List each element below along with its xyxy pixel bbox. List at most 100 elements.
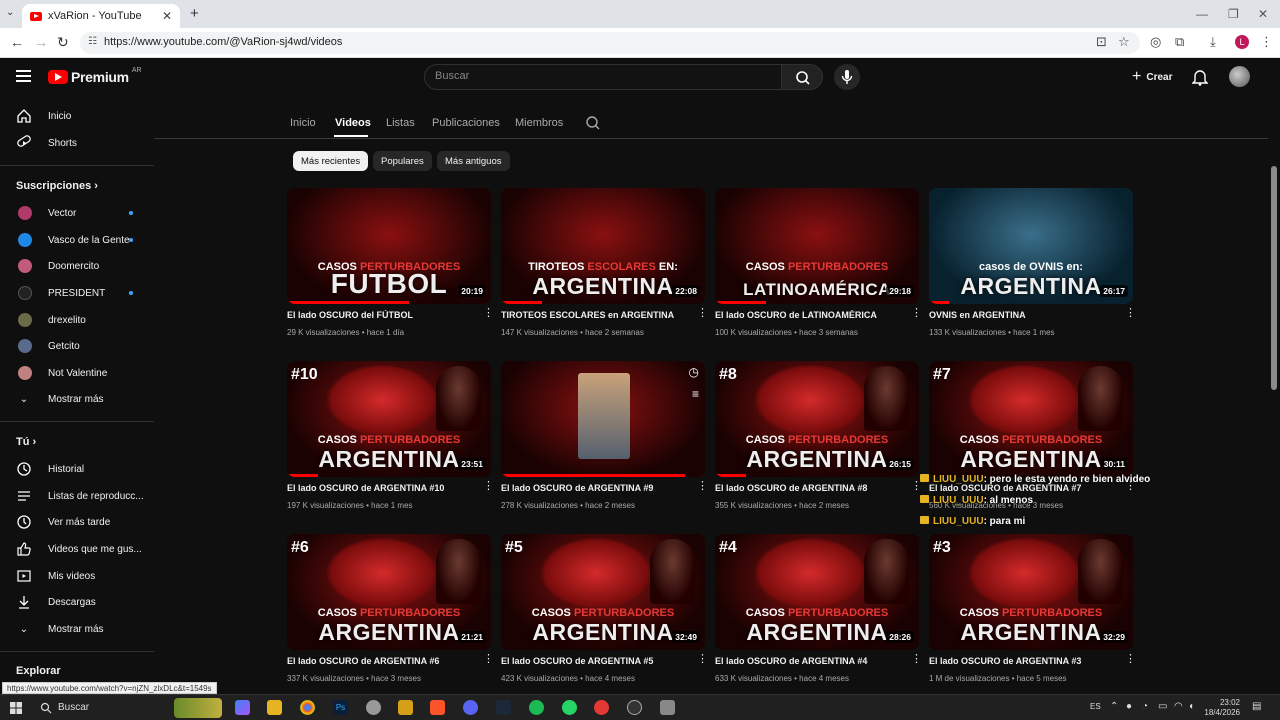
tab-inicio[interactable]: Inicio bbox=[290, 117, 316, 129]
youtube-premium-logo[interactable]: Premium AR bbox=[48, 67, 142, 85]
video-title[interactable]: El lado OSCURO de ARGENTINA #3 bbox=[929, 656, 1114, 666]
extension-icon[interactable]: ◎ bbox=[1150, 34, 1161, 50]
video-thumbnail[interactable]: #6 CASOS PERTURBADORES ARGENTINA 21:21 bbox=[287, 534, 491, 650]
video-title[interactable]: TIROTEOS ESCOLARES en ARGENTINA bbox=[501, 310, 686, 320]
wifi-icon[interactable]: ◠ bbox=[1174, 701, 1183, 712]
forward-icon[interactable]: → bbox=[34, 34, 48, 50]
chrome-icon[interactable] bbox=[300, 700, 315, 715]
video-thumbnail[interactable]: CASOS PERTURBADORES LATINOAMÉRICA 29:18 bbox=[715, 188, 919, 304]
video-card[interactable]: CASOS PERTURBADORES FUTBOL 20:19 El lado OS… bbox=[287, 188, 494, 348]
video-card[interactable]: #8 CASOS PERTURBADORES ARGENTINA 26:15 El la… bbox=[715, 361, 922, 521]
video-card[interactable]: ◷ ≡ El lado OSCURO de ARGENTINA #9 278 K vi… bbox=[501, 361, 708, 521]
address-bar[interactable]: ☷ https://www.youtube.com/@VaRion-sj4wd/… bbox=[80, 32, 1140, 54]
video-title[interactable]: El lado OSCURO del FÚTBOL bbox=[287, 310, 472, 320]
video-title[interactable]: El lado OSCURO de ARGENTINA #9 bbox=[501, 483, 686, 493]
sidebar-item-watch-later[interactable]: Ver más tarde bbox=[0, 509, 154, 535]
tab-miembros[interactable]: Miembros bbox=[515, 117, 563, 129]
hamburger-menu-icon[interactable] bbox=[16, 70, 31, 82]
video-title[interactable]: El lado OSCURO de LATINOAMÉRICA bbox=[715, 310, 900, 320]
obs-icon[interactable] bbox=[627, 700, 642, 715]
video-thumbnail[interactable]: #4 CASOS PERTURBADORES ARGENTINA 28:26 bbox=[715, 534, 919, 650]
more-options-icon[interactable]: ⋮ bbox=[911, 654, 922, 665]
more-options-icon[interactable]: ⋮ bbox=[911, 308, 922, 319]
sidebar-item-historial[interactable]: Historial bbox=[0, 456, 154, 482]
network-icon[interactable]: ◔ bbox=[1142, 701, 1148, 712]
video-title[interactable]: El lado OSCURO de ARGENTINA #8 bbox=[715, 483, 900, 493]
tab-publicaciones[interactable]: Publicaciones bbox=[432, 117, 500, 129]
chip-popular[interactable]: Populares bbox=[373, 151, 432, 171]
sidebar-item-subscription[interactable]: Not Valentine bbox=[0, 360, 154, 386]
video-thumbnail[interactable]: #8 CASOS PERTURBADORES ARGENTINA 26:15 bbox=[715, 361, 919, 477]
video-thumbnail[interactable]: TIROTEOS ESCOLARES EN: ARGENTINA 22:08 bbox=[501, 188, 705, 304]
video-card[interactable]: CASOS PERTURBADORES LATINOAMÉRICA 29:18 El … bbox=[715, 188, 922, 348]
more-options-icon[interactable]: ⋮ bbox=[697, 481, 708, 492]
more-options-icon[interactable]: ⋮ bbox=[483, 481, 494, 492]
maximize-icon[interactable]: ❐ bbox=[1228, 7, 1239, 21]
sidebar-item-downloads[interactable]: Descargas bbox=[0, 589, 154, 615]
notifications-icon[interactable] bbox=[1191, 68, 1209, 91]
keyboard-language[interactable]: ES bbox=[1090, 702, 1101, 711]
video-title[interactable]: El lado OSCURO de ARGENTINA #4 bbox=[715, 656, 900, 666]
video-thumbnail[interactable]: CASOS PERTURBADORES FUTBOL 20:19 bbox=[287, 188, 491, 304]
steam-icon[interactable] bbox=[496, 700, 511, 715]
video-title[interactable]: El lado OSCURO de ARGENTINA #10 bbox=[287, 483, 472, 493]
sidebar-item-subscription[interactable]: Vasco de la Gente bbox=[0, 227, 154, 253]
puzzle-icon[interactable]: ⧉ bbox=[1175, 34, 1184, 50]
file-explorer-icon[interactable] bbox=[267, 700, 282, 715]
browser-tab[interactable]: xVaRion - YouTube ✕ bbox=[22, 4, 180, 28]
video-card[interactable]: #5 CASOS PERTURBADORES ARGENTINA 32:49 El la… bbox=[501, 534, 708, 694]
subscriptions-heading[interactable]: Suscripciones › bbox=[16, 180, 98, 192]
show-more-you[interactable]: ⌄ Mostrar más bbox=[0, 616, 154, 642]
more-options-icon[interactable]: ⋮ bbox=[1125, 654, 1136, 665]
show-more-subscriptions[interactable]: ⌄ Mostrar más bbox=[0, 386, 154, 412]
copilot-icon[interactable] bbox=[235, 700, 250, 715]
chip-oldest[interactable]: Más antiguos bbox=[437, 151, 510, 171]
video-card[interactable]: TIROTEOS ESCOLARES EN: ARGENTINA 22:08 TIRO… bbox=[501, 188, 708, 348]
taskbar-search[interactable]: Buscar bbox=[32, 697, 222, 719]
app-icon[interactable] bbox=[660, 700, 675, 715]
sidebar-item-subscription[interactable]: drexelito bbox=[0, 307, 154, 333]
new-tab-icon[interactable]: + bbox=[190, 5, 199, 22]
video-thumbnail[interactable]: #3 CASOS PERTURBADORES ARGENTINA 32:29 bbox=[929, 534, 1133, 650]
channel-search-icon[interactable] bbox=[585, 115, 601, 134]
spotify-icon[interactable] bbox=[529, 700, 544, 715]
more-options-icon[interactable]: ⋮ bbox=[697, 308, 708, 319]
video-card[interactable]: #10 CASOS PERTURBADORES ARGENTINA 23:51 El l… bbox=[287, 361, 494, 521]
windows-start-icon[interactable] bbox=[10, 701, 22, 714]
install-app-icon[interactable]: ⊡ bbox=[1096, 34, 1107, 50]
discord-icon[interactable] bbox=[463, 700, 478, 715]
video-thumbnail[interactable]: ◷ ≡ bbox=[501, 361, 705, 477]
photoshop-icon[interactable]: Ps bbox=[333, 700, 348, 715]
video-title[interactable]: El lado OSCURO de ARGENTINA #5 bbox=[501, 656, 686, 666]
watch-later-icon[interactable]: ◷ bbox=[689, 365, 699, 379]
sidebar-item-inicio[interactable]: Inicio bbox=[0, 103, 154, 129]
profile-avatar[interactable]: L bbox=[1235, 35, 1249, 49]
video-thumbnail[interactable]: #5 CASOS PERTURBADORES ARGENTINA 32:49 bbox=[501, 534, 705, 650]
back-icon[interactable]: ← bbox=[10, 34, 24, 50]
sidebar-item-subscription[interactable]: Doomercito bbox=[0, 253, 154, 279]
volume-icon[interactable]: ◖ bbox=[1188, 701, 1194, 712]
bookmark-star-icon[interactable]: ☆ bbox=[1118, 34, 1130, 50]
more-options-icon[interactable]: ⋮ bbox=[911, 481, 922, 492]
video-thumbnail[interactable]: #7 CASOS PERTURBADORES ARGENTINA 30:11 bbox=[929, 361, 1133, 477]
chip-recent[interactable]: Más recientes bbox=[293, 151, 369, 171]
close-tab-icon[interactable]: ✕ bbox=[162, 9, 172, 23]
add-to-queue-icon[interactable]: ≡ bbox=[692, 387, 699, 401]
video-title[interactable]: OVNIS en ARGENTINA bbox=[929, 310, 1114, 320]
minimize-icon[interactable]: — bbox=[1196, 7, 1208, 21]
create-button[interactable]: + Crear bbox=[1124, 65, 1180, 89]
close-window-icon[interactable]: ✕ bbox=[1258, 7, 1268, 21]
tab-videos[interactable]: Videos bbox=[335, 117, 371, 129]
tab-search-chevron-icon[interactable]: ⌄ bbox=[6, 7, 14, 18]
video-thumbnail[interactable]: #10 CASOS PERTURBADORES ARGENTINA 23:51 bbox=[287, 361, 491, 477]
download-icon[interactable]: ⤓ bbox=[1210, 34, 1216, 50]
more-options-icon[interactable]: ⋮ bbox=[483, 308, 494, 319]
more-options-icon[interactable]: ⋮ bbox=[1125, 308, 1136, 319]
you-heading[interactable]: Tú › bbox=[16, 436, 36, 448]
sidebar-item-subscription[interactable]: PRESIDENT bbox=[0, 280, 154, 306]
more-options-icon[interactable]: ⋮ bbox=[483, 654, 494, 665]
app-icon[interactable] bbox=[594, 700, 609, 715]
microphone-icon[interactable]: ● bbox=[1126, 701, 1132, 712]
app-icon[interactable] bbox=[366, 700, 381, 715]
site-info-icon[interactable]: ☷ bbox=[88, 36, 97, 47]
